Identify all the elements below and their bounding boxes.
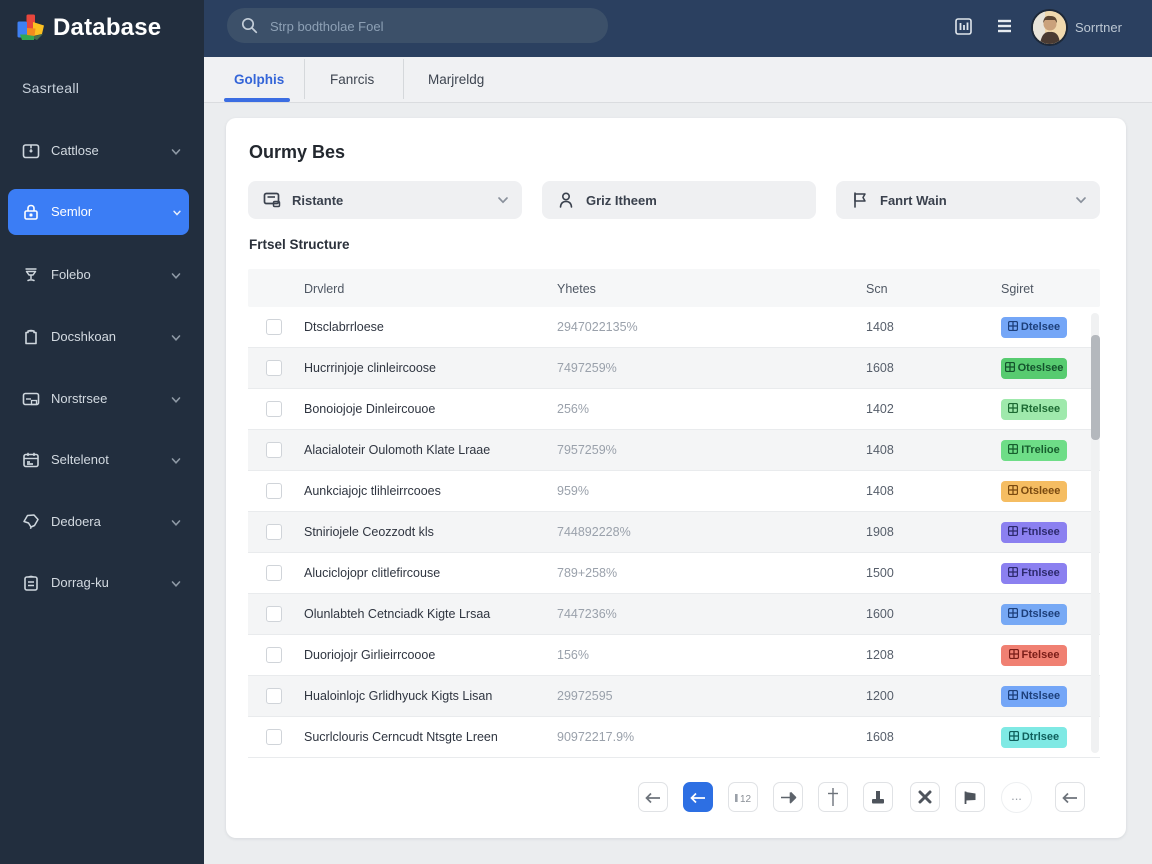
svg-text:12: 12: [740, 794, 752, 804]
